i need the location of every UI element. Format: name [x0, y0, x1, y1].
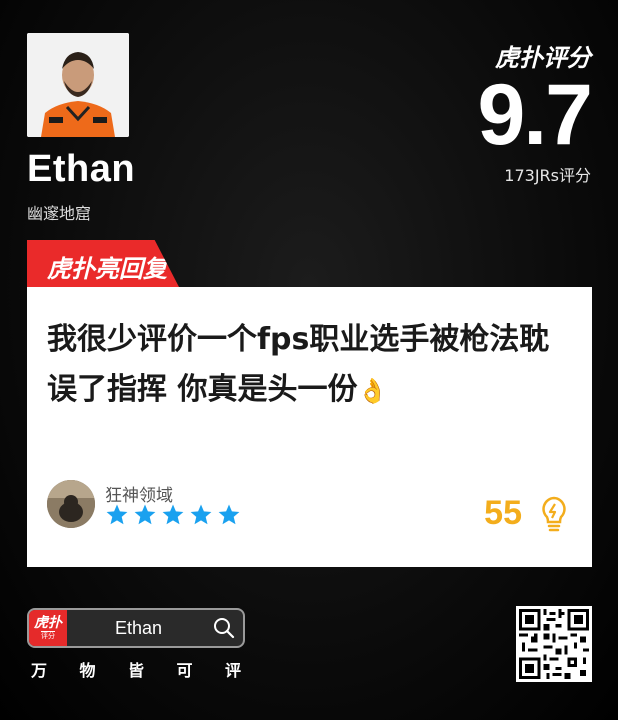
slogan-char: 皆 — [127, 661, 144, 680]
app-logo-main: 虎扑 — [34, 615, 62, 631]
reviewer-avatar[interactable] — [47, 480, 95, 528]
app-logo: 虎扑 评分 — [29, 610, 67, 646]
qr-code-image — [516, 606, 592, 682]
player-name: Ethan — [27, 148, 136, 190]
highlight-reply-label: 虎扑亮回复 — [47, 255, 167, 283]
star-icon — [134, 504, 156, 525]
score-value: 9.7 — [477, 67, 593, 163]
app-logo-sub: 评分 — [41, 631, 55, 640]
review-card: 我很少评价一个fps职业选手被枪法耽误了指挥 你真是头一份👌 狂神领域 55 — [27, 287, 592, 567]
search-input[interactable]: Ethan — [115, 618, 162, 639]
player-photo — [27, 33, 129, 137]
review-text-body: 我很少评价一个fps职业选手被枪法耽误了指挥 你真是头一份 — [47, 322, 550, 407]
reviewer-avatar-image — [47, 480, 95, 528]
qr-code[interactable] — [516, 606, 592, 682]
star-icon — [106, 504, 128, 525]
player-team: 幽邃地窟 — [27, 204, 92, 223]
star-icon — [190, 504, 212, 525]
rating-stars — [105, 503, 241, 527]
slogan-char: 可 — [176, 661, 193, 680]
highlight-reply-tag: 虎扑亮回复 — [27, 240, 179, 287]
search-bar[interactable]: 虎扑 评分 Ethan — [27, 608, 245, 648]
star-icon — [162, 504, 184, 525]
ok-hand-emoji: 👌 — [357, 377, 388, 405]
lightbulb-icon[interactable] — [538, 495, 570, 533]
slogan-char: 万 — [31, 661, 48, 680]
slogan-char: 物 — [79, 661, 96, 680]
like-count: 55 — [484, 494, 522, 532]
search-icon[interactable] — [213, 617, 235, 639]
star-icon — [218, 504, 240, 525]
slogan-char: 评 — [224, 661, 241, 680]
slogan: 万 物 皆 可 评 — [27, 657, 245, 681]
rating-count: 173JRs评分 — [504, 166, 591, 185]
review-text: 我很少评价一个fps职业选手被枪法耽误了指挥 你真是头一份👌 — [47, 315, 572, 416]
player-avatar — [27, 33, 129, 137]
